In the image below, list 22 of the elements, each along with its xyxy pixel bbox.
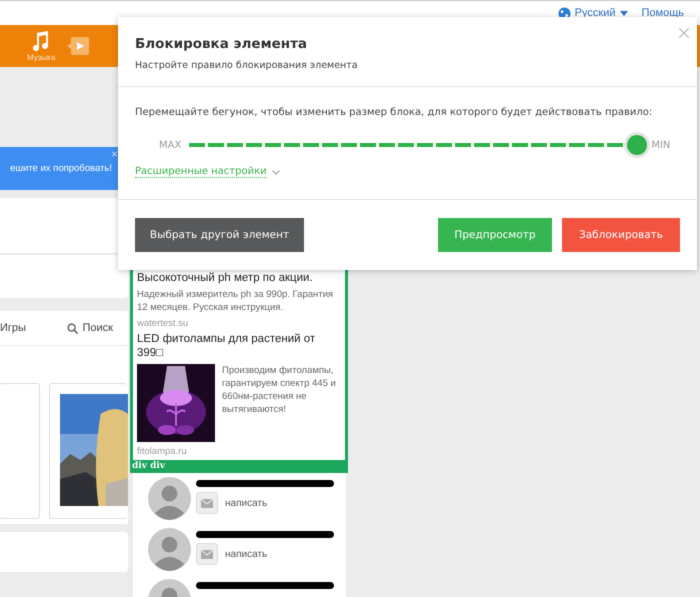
ad-text: Производим фитолампы, гарантируем спектр 445 и 660нм-растения не вытягиваются! bbox=[222, 364, 337, 417]
games-tab[interactable]: Игры bbox=[0, 322, 26, 334]
block-button[interactable]: Заблокировать bbox=[562, 218, 680, 252]
select-element-button[interactable]: Выбрать другой элемент bbox=[135, 218, 304, 252]
help-link[interactable]: Помощь bbox=[642, 7, 684, 19]
slider-end-label: MIN bbox=[651, 140, 670, 150]
ad-title[interactable]: Высокоточный ph метр по акции. bbox=[137, 271, 342, 285]
ad-title[interactable]: LED фитолампы для растений от 399□ bbox=[137, 332, 342, 360]
ad-domain[interactable]: fitolampa.ru bbox=[137, 446, 342, 457]
dialog-subtitle: Настройте правило блокирования элемента bbox=[135, 60, 359, 71]
preview-button[interactable]: Предпросмотр bbox=[438, 218, 552, 252]
element-label: div div bbox=[130, 460, 348, 473]
ad-domain[interactable]: watertest.su bbox=[137, 318, 342, 329]
dialog-title: Блокировка элемента bbox=[135, 36, 308, 52]
write-link[interactable]: написать bbox=[225, 548, 268, 560]
ad-text: Надежный измеритель ph за 990р. Гарантия 12 месяцев. Русская инструкция. bbox=[137, 288, 334, 314]
search-tab[interactable]: Поиск bbox=[66, 322, 113, 334]
advanced-settings-link[interactable]: Расширенные настройки bbox=[135, 166, 280, 178]
notification-text: ешите их попробовать! bbox=[10, 163, 112, 174]
write-link[interactable]: написать bbox=[225, 498, 268, 508]
slider-start-label: MAX bbox=[159, 140, 182, 150]
slider-prompt: Перемещайте бегунок, чтобы изменить размер блока, для которого будет действовать правило: bbox=[135, 107, 654, 118]
